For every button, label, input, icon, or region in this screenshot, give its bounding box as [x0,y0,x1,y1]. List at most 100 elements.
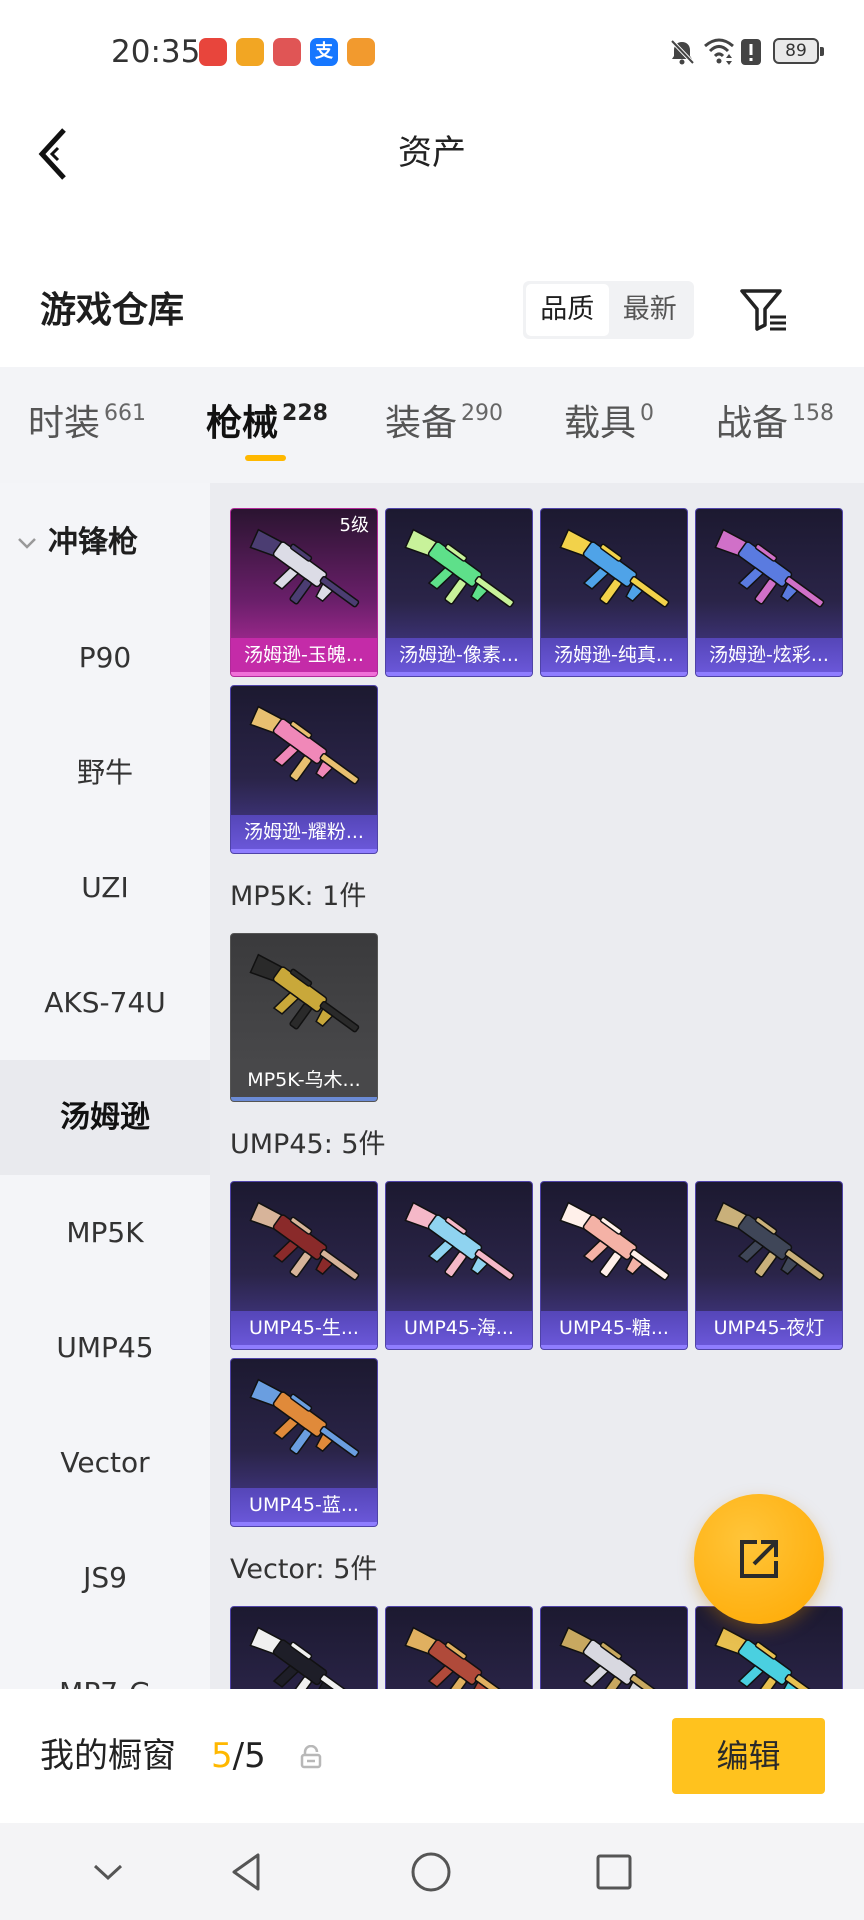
rarity-strip [541,672,687,676]
weapon-skin-name: 汤姆逊-玉魄... [231,638,377,672]
alipay-app-icon: 支 [310,38,338,66]
mute-bell-icon [670,39,695,65]
weapon-skin-image [714,528,825,608]
warehouse-title: 游戏仓库 [40,290,185,331]
weapon-skin-image [249,953,360,1033]
weapon-skin-card[interactable]: UMP45-生... [230,1181,378,1350]
weapon-skin-card[interactable]: 5级汤姆逊-玉魄... [230,508,378,677]
sidebar-item-vector[interactable]: Vector [0,1405,210,1520]
share-export-icon [740,1540,778,1578]
rarity-strip [231,849,377,853]
weapon-type-sidebar: 冲锋枪 P90 野牛 UZI AKS-74U 汤姆逊 MP5K UMP45 Vector JS9… [0,483,210,1689]
tab-fashion[interactable]: 时装 661 [28,402,146,452]
level-badge: 5级 [339,515,369,536]
weapon-skin-card[interactable]: UMP45-海... [385,1181,533,1350]
weapon-skin-image [404,1626,515,1689]
weapon-skin-image [249,1378,360,1458]
tab-count: 158 [792,401,835,426]
weapon-skin-name: UMP45-糖... [541,1311,687,1345]
tab-supplies[interactable]: 战备 158 [716,402,834,452]
weapon-skin-image [249,705,360,785]
weapon-skin-card[interactable]: UMP45-糖... [540,1181,688,1350]
weapon-skin-card[interactable]: 汤姆逊-炫彩... [695,508,843,677]
rarity-strip [696,1345,842,1349]
weapon-skin-image [559,1201,670,1281]
weapon-group-heading: MP5K: 1件 [230,881,367,912]
weapon-skin-grid: 5级 汤姆逊-玉魄... 汤姆逊-像素... 汤姆逊-纯真... 汤姆逊-炫彩... 汤姆… [230,508,843,854]
tab-count: 290 [461,401,504,426]
sidebar-item-js9[interactable]: JS9 [0,1520,210,1635]
weapon-skin-name: UMP45-夜灯 [696,1311,842,1345]
weapon-skin-image [249,1201,360,1281]
sidebar-item-ump45[interactable]: UMP45 [0,1290,210,1405]
weapon-skin-card[interactable]: UMP45-夜灯 [695,1181,843,1350]
sort-by-quality[interactable]: 品质 [526,284,609,336]
share-fab-button[interactable] [694,1494,824,1624]
weapon-skin-image [714,1201,825,1281]
collapse-chevron-icon[interactable] [85,1849,131,1895]
weapon-skin-name: 汤姆逊-炫彩... [696,638,842,672]
category-tabs: 时装 661 枪械 228 装备 290 载具 0 战备 158 [0,367,864,483]
weapon-skin-card[interactable]: 汤姆逊-像素... [385,508,533,677]
weapon-skin-image [559,528,670,608]
notification-app-icons: 支 [199,38,375,66]
sidebar-item-mp5k[interactable]: MP5K [0,1175,210,1290]
rarity-strip [696,672,842,676]
sidebar-item-野牛[interactable]: 野牛 [0,715,210,830]
wifi-icon [704,38,734,65]
gift-app-icon [273,38,301,66]
weapon-skin-card[interactable] [385,1606,533,1689]
weapon-skin-name: MP5K-乌木... [231,1063,377,1097]
weapon-skin-name: 汤姆逊-像素... [386,638,532,672]
filter-icon [740,289,786,331]
lock-icon [300,1745,322,1769]
orange-app-icon [347,38,375,66]
huawei-app-icon [199,38,227,66]
sidebar-item-p90[interactable]: P90 [0,600,210,715]
weapon-skin-card[interactable]: 汤姆逊-耀粉... [230,685,378,854]
recents-square-icon[interactable] [591,1849,637,1895]
sidebar-item-uzi[interactable]: UZI [0,830,210,945]
tab-equipment[interactable]: 装备 290 [385,402,503,452]
chevron-down-icon [18,538,36,549]
sidebar-item-mp7-g[interactable]: MP7-G [0,1635,210,1689]
rarity-strip [541,1345,687,1349]
tab-count: 228 [282,401,328,426]
showcase-count: 5/5 [211,1735,266,1777]
alert-icon [741,39,761,65]
sidebar-item-汤姆逊[interactable]: 汤姆逊 [0,1060,210,1175]
home-circle-icon[interactable] [408,1849,454,1895]
weapon-skin-card[interactable]: 汤姆逊-纯真... [540,508,688,677]
system-navigation-bar [0,1823,864,1920]
sidebar-category-label: 冲锋枪 [48,525,138,560]
rarity-strip [231,1522,377,1526]
weapon-skin-card[interactable] [230,1606,378,1689]
orange-ring-app-icon [236,38,264,66]
tab-vehicles[interactable]: 载具 0 [564,402,654,452]
page-title: 资产 [398,133,466,173]
sort-segmented-control: 品质 最新 [523,281,694,339]
tab-label: 载具 [564,403,637,444]
rarity-strip [231,1345,377,1349]
weapon-skin-card[interactable]: UMP45-蓝... [230,1358,378,1527]
weapon-skin-name: 汤姆逊-纯真... [541,638,687,672]
sidebar-category-smg[interactable]: 冲锋枪 [0,485,210,600]
showcase-title: 我的橱窗 [40,1736,176,1776]
tab-label: 装备 [385,403,458,444]
tab-guns[interactable]: 枪械 228 [206,402,328,452]
weapon-skin-grid: MP5K-乌木... [230,933,843,1102]
sort-by-newest[interactable]: 最新 [609,284,692,336]
weapon-skin-name: 汤姆逊-耀粉... [231,815,377,849]
filter-button[interactable] [738,285,790,333]
weapon-skin-image [404,528,515,608]
tab-label: 枪械 [206,403,279,444]
weapon-skin-card[interactable]: MP5K-乌木... [230,933,378,1102]
weapon-skin-card[interactable] [540,1606,688,1689]
edit-showcase-button[interactable]: 编辑 [672,1718,825,1794]
rarity-strip [231,1097,377,1101]
weapon-skin-name: UMP45-海... [386,1311,532,1345]
sidebar-item-aks-74u[interactable]: AKS-74U [0,945,210,1060]
battery-icon: 89 [773,38,824,64]
back-triangle-icon[interactable] [224,1849,270,1895]
rarity-strip [386,1345,532,1349]
